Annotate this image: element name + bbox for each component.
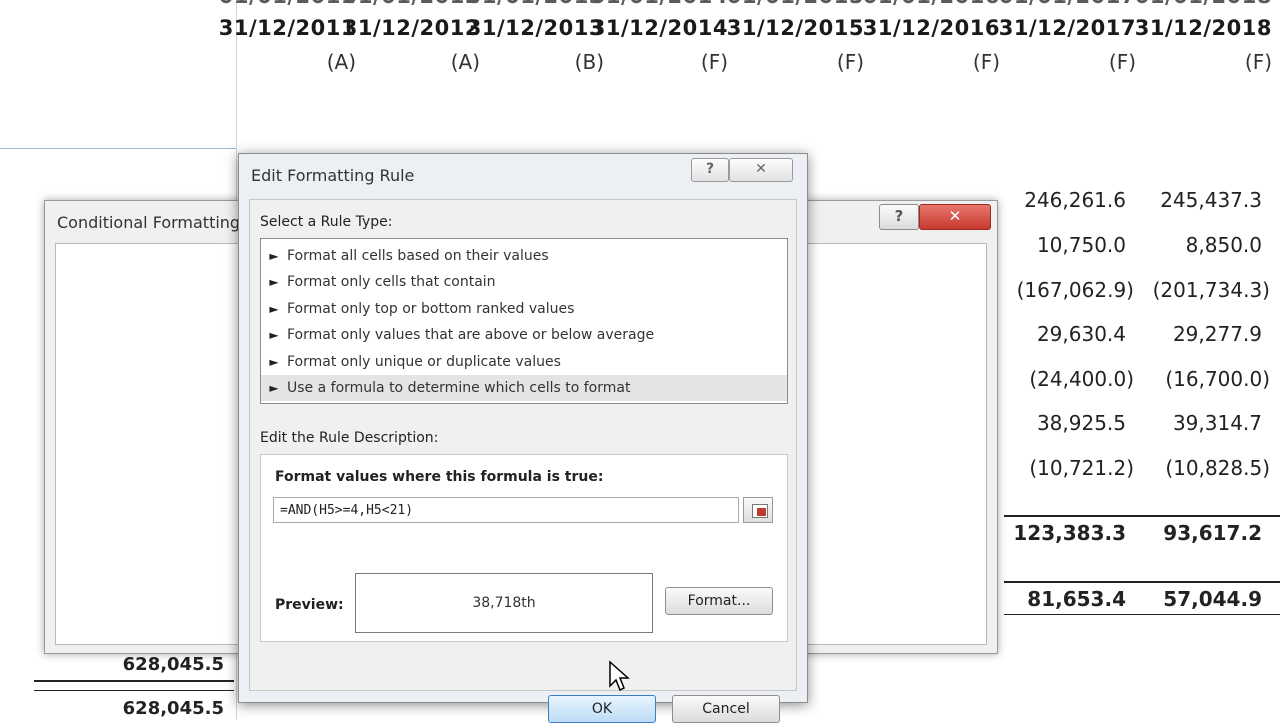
header-end-date: 31/12/2012 <box>342 16 480 40</box>
edit-formatting-rule-dialog: Edit Formatting Rule ? ✕ Select a Rule T… <box>238 153 808 723</box>
rule-type-item-selected[interactable]: ► Use a formula to determine which cells … <box>261 375 787 401</box>
cell-2018-subtotal[interactable]: 93,617.2 <box>1163 521 1262 545</box>
header-label: (F) <box>836 50 864 74</box>
cell-2018-total[interactable]: 57,044.9 <box>1163 587 1262 611</box>
cell-2018[interactable]: (10,828.5) <box>1165 456 1270 480</box>
header-start-date: 01/01/2014 <box>591 0 728 8</box>
header-row-end-dates: 31/12/2011 31/12/2012 31/12/2013 31/12/2… <box>219 16 1280 50</box>
cell-2017[interactable]: 29,630.4 <box>1037 322 1126 346</box>
range-select-icon-mark <box>757 508 766 516</box>
header-label: (F) <box>1244 50 1272 74</box>
select-rule-type-label: Select a Rule Type: <box>260 214 393 230</box>
header-end-date: 31/12/2015 <box>726 16 864 40</box>
arrow-right-icon: ► <box>269 328 279 342</box>
cell-2017-total[interactable]: 81,653.4 <box>1027 587 1126 611</box>
cell-2018[interactable]: 245,437.3 <box>1160 188 1262 212</box>
cell-2017[interactable]: 38,925.5 <box>1037 411 1126 435</box>
preview-box: 38,718th <box>355 573 653 633</box>
mouse-pointer-icon <box>609 660 630 692</box>
left-total-border <box>34 680 234 682</box>
arrow-right-icon: ► <box>269 355 279 369</box>
help-button[interactable]: ? <box>691 158 729 182</box>
rule-type-label: Format all cells based on their values <box>287 248 549 264</box>
dialog-body: Select a Rule Type: ► Format all cells ba… <box>249 199 797 723</box>
rule-type-list[interactable]: ► Format all cells based on their values … <box>260 238 788 404</box>
arrow-right-icon: ► <box>269 302 279 316</box>
formula-input[interactable]: =AND(H5>=4,H5<21) <box>273 497 739 523</box>
header-label: (B) <box>574 50 604 74</box>
rule-type-item[interactable]: ► Format only cells that contain <box>261 269 787 295</box>
rule-type-item[interactable]: ► Format all cells based on their values <box>261 243 787 269</box>
preview-label: Preview: <box>275 597 344 613</box>
header-end-date: 31/12/2016 <box>862 16 1000 40</box>
header-start-date: 01/01/2015 <box>727 0 864 8</box>
cf-help-button[interactable]: ? <box>879 204 919 230</box>
header-label: (F) <box>700 50 728 74</box>
header-label: (F) <box>1108 50 1136 74</box>
header-row-labels: (A) (A) (B) (F) (F) (F) (F) (F) <box>236 50 1280 84</box>
dialog-title: Edit Formatting Rule <box>251 166 415 185</box>
header-end-date: 31/12/2011 <box>218 16 356 40</box>
header-end-date: 31/12/2014 <box>590 16 728 40</box>
cell-2018[interactable]: (201,734.3) <box>1153 278 1270 302</box>
header-start-date: 01/01/2017 <box>999 0 1136 8</box>
formula-label: Format values where this formula is true… <box>275 469 604 485</box>
header-start-date: 01/01/2018 <box>1135 0 1272 8</box>
cell-2017[interactable]: (24,400.0) <box>1029 367 1134 391</box>
header-start-date: 01/01/2016 <box>863 0 1000 8</box>
header-end-date: 31/12/2017 <box>998 16 1136 40</box>
ok-button[interactable]: OK <box>548 695 656 723</box>
selection-line <box>0 148 236 149</box>
rule-type-label: Format only unique or duplicate values <box>287 354 561 370</box>
header-start-date: 01/01/2011 <box>219 0 356 8</box>
cell-2018[interactable]: 29,277.9 <box>1173 322 1262 346</box>
left-total-value[interactable]: 628,045.5 <box>123 698 224 719</box>
left-total-value[interactable]: 628,045.5 <box>123 654 224 675</box>
left-total-underline <box>34 690 234 691</box>
total-border <box>1004 581 1280 583</box>
format-button[interactable]: Format... <box>665 587 773 615</box>
header-label: (A) <box>450 50 480 74</box>
header-end-date: 31/12/2018 <box>1134 16 1272 40</box>
rule-type-item[interactable]: ► Format only top or bottom ranked values <box>261 296 787 322</box>
rule-type-label: Format only values that are above or bel… <box>287 327 655 343</box>
arrow-right-icon: ► <box>269 249 279 263</box>
rule-type-label: Format only cells that contain <box>287 274 496 290</box>
cell-2017-subtotal[interactable]: 123,383.3 <box>1013 521 1126 545</box>
cancel-button[interactable]: Cancel <box>672 695 780 723</box>
edit-rule-description-label: Edit the Rule Description: <box>260 430 439 446</box>
cell-2017[interactable]: 246,261.6 <box>1024 188 1126 212</box>
cell-2017[interactable]: 10,750.0 <box>1037 233 1126 257</box>
cell-2017[interactable]: (10,721.2) <box>1029 456 1134 480</box>
header-end-date: 31/12/2013 <box>466 16 604 40</box>
header-start-date: 01/01/2012 <box>343 0 480 8</box>
subtotal-border <box>1004 515 1280 517</box>
close-button[interactable]: ✕ <box>729 158 793 182</box>
cell-2018[interactable]: (16,700.0) <box>1165 367 1270 391</box>
cell-2018[interactable]: 39,314.7 <box>1173 411 1262 435</box>
header-label: (A) <box>326 50 356 74</box>
total-underline <box>1004 614 1280 615</box>
arrow-right-icon: ► <box>269 275 279 289</box>
header-start-date: 01/01/2013 <box>467 0 604 8</box>
arrow-right-icon: ► <box>269 381 279 395</box>
rule-type-label: Format only top or bottom ranked values <box>287 301 575 317</box>
range-select-button[interactable] <box>743 497 773 523</box>
rule-type-item[interactable]: ► Format only values that are above or be… <box>261 322 787 348</box>
cell-2017[interactable]: (167,062.9) <box>1017 278 1134 302</box>
rule-type-item[interactable]: ► Format only unique or duplicate values <box>261 349 787 375</box>
cf-close-button[interactable]: ✕ <box>919 204 991 230</box>
header-label: (F) <box>972 50 1000 74</box>
cell-2018[interactable]: 8,850.0 <box>1186 233 1262 257</box>
rule-type-label: Use a formula to determine which cells t… <box>287 380 631 396</box>
rule-description-panel: Format values where this formula is true… <box>260 454 788 642</box>
cf-dialog-title: Conditional Formatting <box>57 213 241 232</box>
